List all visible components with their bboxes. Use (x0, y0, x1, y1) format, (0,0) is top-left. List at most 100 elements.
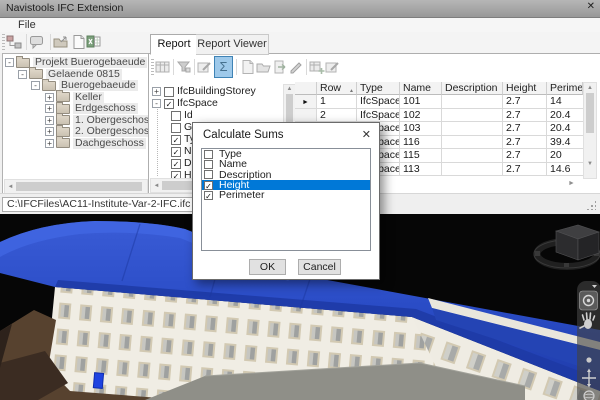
edit-report-icon[interactable] (197, 59, 213, 75)
column-header-name[interactable]: Name (400, 82, 442, 95)
checkbox-icon[interactable] (171, 123, 181, 133)
tree-item-gelaende[interactable]: - Gelaende 0815 (18, 69, 122, 80)
navbar-dot-icon[interactable] (586, 357, 591, 362)
tree-item-projekt[interactable]: - Projekt Buerogebaeude (5, 57, 147, 68)
tree-item-dachgeschoss[interactable]: + Dachgeschoss (45, 138, 146, 149)
resize-grip[interactable] (586, 200, 596, 210)
scrollbar-thumb[interactable] (286, 94, 293, 124)
expander-icon[interactable]: + (45, 116, 54, 125)
toolbar-gripper[interactable] (2, 34, 5, 50)
checkbox-icon[interactable] (204, 160, 213, 169)
pencil-icon[interactable] (288, 59, 304, 75)
title-bar[interactable]: Navistools IFC Extension ✕ (0, 0, 600, 18)
tree-item-label[interactable]: Erdgeschoss (73, 103, 138, 114)
checkbox-icon[interactable]: ✓ (204, 181, 213, 190)
new-document-icon[interactable] (71, 34, 87, 50)
tree-item-buerogebaeude[interactable]: - Buerogebaeude (31, 80, 138, 91)
scroll-up-icon[interactable]: ▲ (284, 86, 295, 92)
sort-ascending-icon: ▲ (349, 85, 354, 95)
field-label[interactable]: IfcBuildingStorey (177, 86, 256, 97)
grid-scroll-right-icon[interactable]: ► (568, 180, 575, 187)
scroll-up-icon[interactable]: ▲ (584, 85, 596, 91)
field-ifcbuildingstorey[interactable]: + IfcBuildingStorey (152, 86, 256, 97)
field-label[interactable]: Id (184, 110, 193, 121)
column-header-description[interactable]: Description (442, 82, 503, 95)
tree-item-label[interactable]: Buerogebaeude (59, 80, 138, 91)
checkbox-icon[interactable]: ✓ (164, 99, 174, 109)
checkbox-icon[interactable]: ✓ (171, 147, 181, 157)
grid-vertical-scrollbar[interactable]: ▲ ▼ (583, 82, 597, 179)
tree-item-label[interactable]: Dachgeschoss (73, 138, 146, 149)
list-item-label[interactable]: Perimeter (219, 189, 265, 201)
tree-item-label[interactable]: Projekt Buerogebaeude (33, 57, 147, 68)
horizontal-scrollbar[interactable]: ◄ (4, 179, 148, 194)
scroll-left-icon[interactable]: ◄ (5, 184, 16, 190)
sum-fields-list: Type Name Description ✓ Height ✓ Perimet… (201, 148, 371, 251)
toolbar-separator (50, 34, 51, 50)
tree-item-label[interactable]: Gelaende 0815 (46, 69, 122, 80)
expander-icon[interactable]: - (152, 99, 161, 108)
sum-button[interactable]: Σ (214, 56, 233, 78)
project-tree-panel: - Projekt Buerogebaeude - Gelaende 0815 … (2, 53, 150, 195)
steering-wheel-icon[interactable] (580, 291, 598, 310)
import-report-icon[interactable] (272, 59, 288, 75)
field-id[interactable]: Id (171, 110, 193, 121)
open-report-icon[interactable] (256, 59, 272, 75)
column-header-row[interactable]: Row▲ (317, 82, 357, 95)
checkbox-icon[interactable] (204, 170, 213, 179)
cancel-button[interactable]: Cancel (298, 259, 341, 275)
scrollbar-thumb[interactable] (586, 93, 594, 133)
tree-item-label[interactable]: 1. Obergeschoss (73, 115, 156, 126)
expander-icon[interactable]: + (45, 93, 54, 102)
list-item-perimeter[interactable]: ✓ Perimeter (202, 190, 370, 200)
excel-icon[interactable] (86, 34, 102, 50)
column-header-perimeter[interactable]: Perimeter (547, 82, 583, 95)
expander-icon[interactable]: - (5, 58, 14, 67)
field-label[interactable]: IfcSpace (177, 98, 218, 109)
window-title: Navistools IFC Extension (6, 2, 123, 14)
navigation-bar[interactable] (577, 281, 600, 400)
report-toolbar-gripper[interactable] (151, 59, 154, 75)
grid-row[interactable]: ► 1 IfcSpace 101 2.7 14 (295, 95, 583, 109)
new-report-icon[interactable] (240, 59, 256, 75)
field-ifcspace[interactable]: - ✓ IfcSpace (152, 98, 218, 109)
menu-bar: File (0, 18, 600, 32)
expander-icon[interactable]: + (152, 87, 161, 96)
checkbox-icon[interactable] (204, 150, 213, 159)
tree-item-label[interactable]: 2. Obergeschoss (73, 126, 156, 137)
checkbox-icon[interactable]: ✓ (171, 159, 181, 169)
selected-window-highlight[interactable] (93, 373, 103, 389)
expander-icon[interactable]: + (45, 104, 54, 113)
edit-cell-icon[interactable] (325, 59, 341, 75)
folder-icon (56, 127, 70, 137)
tree-item-label[interactable]: Keller (73, 92, 104, 103)
tree-item-keller[interactable]: + Keller (45, 92, 104, 103)
column-header-height[interactable]: Height (503, 82, 547, 95)
scroll-left-icon[interactable]: ◄ (151, 183, 162, 189)
expander-icon[interactable]: + (45, 139, 54, 148)
export-icon[interactable] (53, 34, 69, 50)
column-header-type[interactable]: Type (357, 82, 400, 95)
expander-icon[interactable]: - (31, 81, 40, 90)
tab-report-viewer[interactable]: Report Viewer (196, 34, 269, 55)
checkbox-icon[interactable]: ✓ (171, 135, 181, 145)
scrollbar-thumb[interactable] (16, 182, 142, 191)
grid-row[interactable]: 2 IfcSpace 102 2.7 20.4 (295, 109, 583, 123)
filter-icon[interactable] (176, 59, 192, 75)
checkbox-icon[interactable]: ✓ (204, 191, 213, 200)
checkbox-icon[interactable] (164, 87, 174, 97)
dialog-title: Calculate Sums (203, 129, 284, 141)
table-icon[interactable] (155, 59, 171, 75)
ok-button[interactable]: OK (249, 259, 286, 275)
hierarchy-icon[interactable] (6, 34, 22, 50)
checkbox-icon[interactable] (171, 111, 181, 121)
scroll-down-icon[interactable]: ▼ (584, 161, 596, 167)
window-close-button[interactable]: ✕ (587, 1, 595, 12)
comment-icon[interactable] (29, 34, 45, 50)
add-table-icon[interactable] (309, 59, 325, 75)
menu-file[interactable]: File (14, 18, 40, 32)
dialog-close-icon[interactable]: ✕ (362, 128, 371, 141)
expander-icon[interactable]: + (45, 127, 54, 136)
expander-icon[interactable]: - (18, 70, 27, 79)
tab-report[interactable]: Report (150, 34, 198, 55)
